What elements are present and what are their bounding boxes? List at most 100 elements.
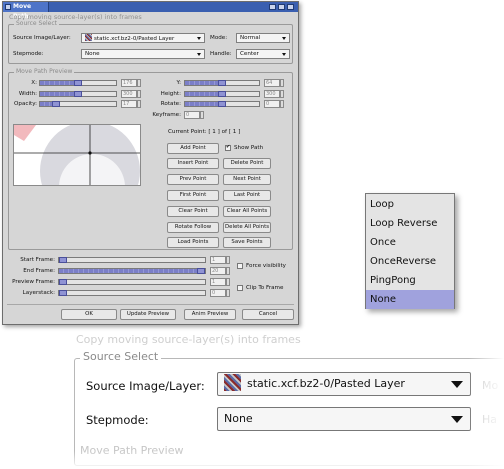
preview-frame-slider[interactable] — [58, 279, 206, 285]
x-value: 176 — [123, 80, 133, 86]
chevron-down-icon — [282, 37, 286, 40]
prev-point-button[interactable]: Prev Point — [167, 174, 219, 185]
slider-handle[interactable] — [74, 91, 82, 97]
end-frame-label: End Frame: — [23, 268, 55, 274]
window-tab[interactable]: Move Path — [3, 2, 49, 20]
width-spin[interactable]: 300 — [121, 90, 141, 98]
layerstack-slider[interactable] — [58, 290, 206, 296]
zoomed-source-select: Copy moving source-layer(s) into frames … — [62, 330, 504, 469]
x-slider[interactable] — [39, 80, 117, 86]
minimize-icon[interactable] — [269, 4, 276, 10]
height-slider[interactable] — [184, 91, 260, 97]
keyframe-label: Keyframe: — [152, 112, 181, 118]
stepmode-option[interactable]: Once — [366, 233, 454, 252]
opacity-label: Opacity: — [14, 101, 37, 107]
stepmode-option[interactable]: PingPong — [366, 271, 454, 290]
title-bar[interactable]: Move Path — [3, 2, 298, 20]
mode-combo[interactable]: Normal — [236, 33, 290, 43]
add-point-button[interactable]: Add Point — [167, 143, 219, 154]
current-point-label: Current Point: [ 1 ] of [ 1 ] — [168, 129, 241, 135]
force-visibility-label: Force visibility — [246, 263, 286, 269]
cancel-button[interactable]: Cancel — [242, 309, 294, 320]
slider-handle[interactable] — [218, 91, 226, 97]
x-spin[interactable]: 176 — [121, 79, 141, 87]
ok-button[interactable]: OK — [61, 309, 117, 320]
clear-all-points-button[interactable]: Clear All Points — [223, 206, 271, 217]
rotate-slider[interactable] — [184, 101, 260, 107]
stepmode-option[interactable]: OnceReverse — [366, 252, 454, 271]
force-visibility-checkbox[interactable] — [237, 263, 243, 269]
update-preview-button[interactable]: Update Preview — [120, 309, 176, 320]
rotate-label: Rotate: — [160, 101, 181, 107]
opacity-slider[interactable] — [39, 101, 117, 107]
y-spin[interactable]: 64 — [264, 79, 284, 87]
first-point-button[interactable]: First Point — [167, 190, 219, 201]
stepmode-dropdown-list: Loop Loop Reverse Once OnceReverse PingP… — [365, 193, 455, 309]
handle-label: Handle: — [210, 51, 232, 57]
width-value: 300 — [123, 91, 133, 97]
last-point-button[interactable]: Last Point — [223, 190, 271, 201]
zoom-caption: Copy moving source-layer(s) into frames — [76, 333, 301, 346]
preview-image — [14, 125, 140, 185]
anim-preview-button[interactable]: Anim Preview — [184, 309, 236, 320]
opacity-spin[interactable]: 17 — [121, 100, 141, 108]
fade-overlay — [62, 451, 504, 469]
zoom-stepmode-combo[interactable]: None — [217, 407, 471, 431]
clear-point-button[interactable]: Clear Point — [167, 206, 219, 217]
rotate-follow-button[interactable]: Rotate Follow — [167, 222, 219, 233]
slider-handle[interactable] — [218, 80, 226, 86]
start-frame-slider[interactable] — [58, 257, 206, 263]
footer-divider — [7, 304, 294, 305]
slider-handle[interactable] — [59, 257, 67, 263]
close-icon[interactable] — [287, 4, 294, 10]
zoom-source-select-title: Source Select — [80, 350, 162, 363]
maximize-icon[interactable] — [278, 4, 285, 10]
slider-handle[interactable] — [59, 290, 67, 296]
stepmode-label: Stepmode: — [13, 51, 44, 57]
stepmode-option[interactable]: Loop — [366, 195, 454, 214]
handle-value: Center — [240, 51, 259, 57]
preview-frame-spin[interactable]: 1 — [210, 278, 230, 286]
keyframe-spin[interactable]: 0 — [184, 111, 204, 119]
clip-to-frame-checkbox[interactable] — [237, 285, 243, 291]
source-layer-combo[interactable]: static.xcf.bz2-0/Pasted Layer — [81, 33, 205, 43]
y-slider[interactable] — [184, 80, 260, 86]
clip-to-frame-label: Clip To Frame — [246, 285, 284, 291]
layerstack-spin[interactable]: 0 — [210, 289, 230, 297]
layerstack-label: Layerstack: — [22, 290, 55, 296]
window-icon — [5, 4, 11, 10]
stepmode-combo[interactable]: None — [81, 49, 205, 59]
end-frame-spin[interactable]: 20 — [210, 267, 230, 275]
slider-handle[interactable] — [51, 101, 60, 107]
source-layer-value: static.xcf.bz2-0/Pasted Layer — [94, 36, 175, 42]
stepmode-option[interactable]: Loop Reverse — [366, 214, 454, 233]
slider-handle[interactable] — [74, 80, 82, 86]
zoom-source-layer-combo[interactable]: static.xcf.bz2-0/Pasted Layer — [217, 372, 471, 396]
source-label: Source Image/Layer: — [13, 35, 71, 41]
mode-label: Mode: — [210, 35, 228, 41]
insert-point-button[interactable]: Insert Point — [167, 158, 219, 169]
stepmode-option-selected[interactable]: None — [366, 290, 454, 309]
slider-handle[interactable] — [197, 268, 205, 274]
fade-overlay — [468, 330, 504, 469]
height-spin[interactable]: 300 — [264, 90, 284, 98]
save-points-button[interactable]: Save Points — [223, 237, 271, 248]
move-path-dialog: Move Path Copy moving source-layer(s) in… — [2, 1, 299, 325]
start-frame-spin[interactable]: 1 — [210, 256, 230, 264]
preview-frame-label: Preview Frame: — [12, 279, 55, 285]
show-path-checkbox[interactable] — [225, 144, 231, 151]
keyframe-value: 0 — [186, 112, 190, 118]
path-preview-canvas[interactable] — [13, 124, 141, 186]
y-label: Y: — [176, 80, 181, 86]
delete-point-button[interactable]: Delete Point — [223, 158, 271, 169]
end-frame-slider[interactable] — [58, 268, 206, 274]
slider-handle[interactable] — [218, 101, 226, 107]
slider-handle[interactable] — [59, 279, 67, 285]
load-points-button[interactable]: Load Points — [167, 237, 219, 248]
width-slider[interactable] — [39, 91, 117, 97]
next-point-button[interactable]: Next Point — [223, 174, 271, 185]
rotate-spin[interactable]: 0 — [264, 100, 284, 108]
handle-combo[interactable]: Center — [236, 49, 290, 59]
opacity-value: 17 — [123, 101, 130, 107]
delete-all-points-button[interactable]: Delete All Points — [223, 222, 271, 233]
